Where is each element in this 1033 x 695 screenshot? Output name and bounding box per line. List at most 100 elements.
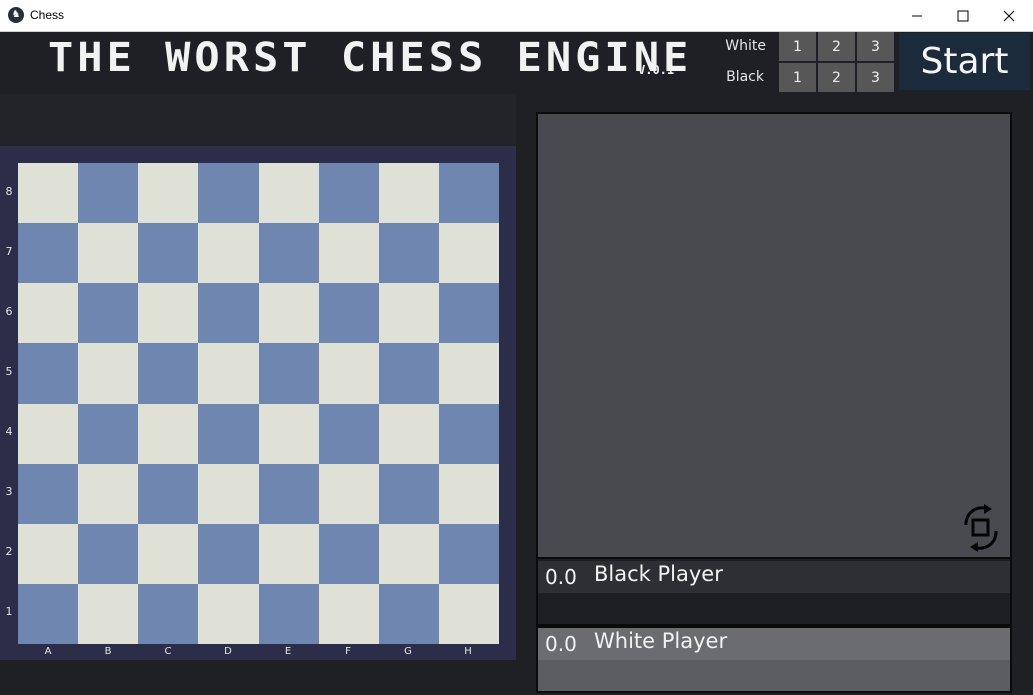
board-square-d5[interactable] [198,343,259,404]
board-square-e7[interactable] [258,223,319,284]
rank-label: 7 [5,245,13,258]
board-square-c8[interactable] [138,163,199,224]
board-square-c6[interactable] [138,283,199,344]
maximize-button[interactable] [940,0,986,31]
board-square-h3[interactable] [438,463,499,524]
board-square-d6[interactable] [198,283,259,344]
chess-board[interactable] [18,163,499,644]
rank-label: 1 [5,605,13,618]
board-square-b1[interactable] [78,583,139,644]
minimize-button[interactable] [894,0,940,31]
window-title: Chess [30,8,65,22]
rank-label: 2 [5,545,13,558]
board-square-h2[interactable] [438,523,499,584]
board-square-e2[interactable] [258,523,319,584]
board-square-b8[interactable] [78,163,139,224]
white-player-label: White [725,38,766,54]
board-square-a8[interactable] [18,163,79,224]
board-square-c2[interactable] [138,523,199,584]
board-square-b2[interactable] [78,523,139,584]
board-square-h4[interactable] [438,403,499,464]
board-square-g2[interactable] [378,523,439,584]
board-square-f1[interactable] [318,583,379,644]
minimize-icon [912,15,922,16]
close-icon [1003,10,1015,21]
board-square-b4[interactable] [78,403,139,464]
file-label: E [284,646,292,657]
board-square-a3[interactable] [18,463,79,524]
board-square-g6[interactable] [378,283,439,344]
board-square-c4[interactable] [138,403,199,464]
board-square-e4[interactable] [258,403,319,464]
file-label: A [44,646,52,657]
board-square-e1[interactable] [258,583,319,644]
board-square-f3[interactable] [318,463,379,524]
board-square-g7[interactable] [378,223,439,284]
board-square-b3[interactable] [78,463,139,524]
file-label: H [464,646,472,657]
board-square-b7[interactable] [78,223,139,284]
board-square-h7[interactable] [438,223,499,284]
file-label: D [224,646,232,657]
board-square-f4[interactable] [318,403,379,464]
rank-label: 8 [5,185,13,198]
board-square-h1[interactable] [438,583,499,644]
board-square-d8[interactable] [198,163,259,224]
board-square-c5[interactable] [138,343,199,404]
board-square-f5[interactable] [318,343,379,404]
white-level-2-button[interactable]: 2 [818,32,855,61]
board-square-g1[interactable] [378,583,439,644]
board-square-h5[interactable] [438,343,499,404]
board-square-d2[interactable] [198,523,259,584]
board-square-b5[interactable] [78,343,139,404]
board-top-strip [0,94,516,146]
rank-label: 6 [5,305,13,318]
board-square-f8[interactable] [318,163,379,224]
board-square-e3[interactable] [258,463,319,524]
white-score: 0.0 [545,632,577,656]
app-icon: ♞ [8,7,24,23]
file-label: G [404,646,412,657]
white-level-1-button[interactable]: 1 [779,32,816,61]
board-square-e8[interactable] [258,163,319,224]
board-square-g5[interactable] [378,343,439,404]
board-square-c1[interactable] [138,583,199,644]
board-square-f7[interactable] [318,223,379,284]
board-square-h8[interactable] [438,163,499,224]
board-square-f6[interactable] [318,283,379,344]
white-level-3-button[interactable]: 3 [857,32,894,61]
board-square-d1[interactable] [198,583,259,644]
board-square-g8[interactable] [378,163,439,224]
board-square-e6[interactable] [258,283,319,344]
board-square-d4[interactable] [198,403,259,464]
start-button[interactable]: Start [899,33,1030,90]
board-square-e5[interactable] [258,343,319,404]
board-square-a6[interactable] [18,283,79,344]
rank-label: 5 [5,365,13,378]
board-square-f2[interactable] [318,523,379,584]
board-square-g3[interactable] [378,463,439,524]
app-title-logo: THE WORST CHESS ENGINE [48,34,693,81]
board-square-g4[interactable] [378,403,439,464]
board-square-d7[interactable] [198,223,259,284]
board-square-c7[interactable] [138,223,199,284]
board-square-b6[interactable] [78,283,139,344]
board-square-a4[interactable] [18,403,79,464]
board-square-a7[interactable] [18,223,79,284]
close-button[interactable] [986,0,1032,31]
board-square-a5[interactable] [18,343,79,404]
board-square-h6[interactable] [438,283,499,344]
maximize-icon [957,10,969,21]
black-level-3-button[interactable]: 3 [857,63,894,92]
board-square-a2[interactable] [18,523,79,584]
black-level-2-button[interactable]: 2 [818,63,855,92]
rotate-board-icon [964,504,998,552]
file-label: F [345,646,351,657]
black-level-1-button[interactable]: 1 [779,63,816,92]
black-player-name: Black Player [594,562,723,586]
rotate-board-button[interactable] [958,503,1004,555]
board-square-a1[interactable] [18,583,79,644]
board-square-d3[interactable] [198,463,259,524]
black-score: 0.0 [545,565,577,589]
board-square-c3[interactable] [138,463,199,524]
